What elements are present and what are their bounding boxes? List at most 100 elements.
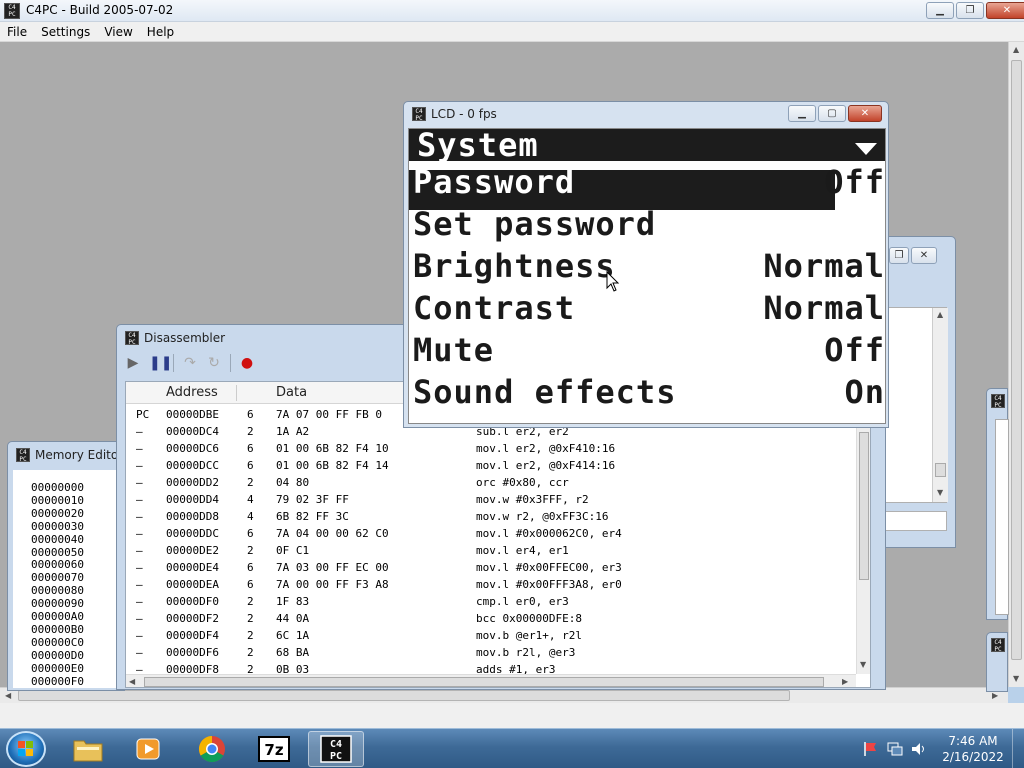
start-button[interactable] [6, 731, 46, 767]
taskbar: 7z C4 PC 7:46 AM 2/16/2022 [0, 728, 1024, 768]
bg-window-input[interactable] [881, 511, 947, 531]
menu-help[interactable]: Help [140, 25, 181, 39]
taskbar-media-player[interactable] [120, 731, 176, 767]
taskbar-clock[interactable]: 7:46 AM 2/16/2022 [938, 733, 1008, 765]
close-button[interactable]: ✕ [986, 2, 1024, 19]
scroll-up-icon[interactable]: ▲ [1013, 45, 1019, 54]
lcd-item-label: Set password [413, 205, 657, 243]
dropdown-arrow-icon[interactable] [855, 143, 877, 155]
scroll-up-icon[interactable]: ▲ [937, 310, 943, 319]
lcd-menu-header: System [409, 129, 885, 164]
restore-icon: ❐ [965, 5, 975, 16]
breakpoint-icon[interactable]: ● [239, 355, 255, 371]
minimize-button[interactable]: ▁ [926, 2, 954, 19]
lcd-menu-item[interactable]: Brightness Normal [409, 247, 885, 291]
action-center-flag-icon[interactable] [862, 740, 880, 758]
lcd-menu-item[interactable]: Set password [409, 205, 885, 249]
memory-editor-window[interactable]: C4 PC Memory Editor 00000000 00000010 00000… [7, 441, 125, 691]
volume-icon[interactable] [910, 740, 928, 758]
disassembly-row[interactable]: – 00000DD2 2 04 80 orc #0x80, ccr [126, 476, 856, 493]
scroll-down-icon[interactable]: ▼ [1013, 674, 1019, 683]
scroll-left-icon[interactable]: ◀ [129, 677, 135, 686]
disassembly-addr: 00000DD2 [166, 476, 219, 489]
disassembly-row[interactable]: – 00000DF0 2 1F 83 cmp.l er0, er3 [126, 595, 856, 612]
disassembly-row[interactable]: – 00000DD8 4 6B 82 FF 3C mov.w r2, @0xFF3C:1… [126, 510, 856, 527]
lcd-menu-item[interactable]: Sound effects On [409, 373, 885, 417]
c4pc-app-icon: C4 PC [4, 3, 20, 19]
disassembly-row[interactable]: – 00000DF2 2 44 0A bcc 0x00000DFE:8 [126, 612, 856, 629]
bg-restore-button[interactable]: ❐ [889, 247, 909, 264]
7zip-icon: 7z [258, 736, 290, 762]
restore-button[interactable]: ❐ [956, 2, 984, 19]
pause-icon[interactable]: ❚❚ [149, 355, 172, 371]
scroll-down-icon[interactable]: ▼ [937, 488, 943, 497]
disassembly-row[interactable]: – 00000DE2 2 0F C1 mov.l er4, er1 [126, 544, 856, 561]
bg-window-scroll-thumb[interactable] [935, 463, 946, 477]
scroll-right-icon[interactable]: ▶ [842, 677, 848, 686]
bg-close-button[interactable]: ✕ [911, 247, 937, 264]
scroll-left-icon[interactable]: ◀ [5, 691, 11, 700]
main-titlebar[interactable]: C4 PC C4PC - Build 2005-07-02 ▁ ❐ ✕ [0, 0, 1024, 22]
memory-address: 00000010 [31, 493, 84, 507]
bg-window-scrollbar[interactable]: ▲ ▼ [932, 308, 948, 502]
taskbar-file-explorer[interactable] [60, 731, 116, 767]
column-header-address[interactable]: Address [166, 385, 218, 400]
disassembly-row[interactable]: – 00000DD4 4 79 02 3F FF mov.w #0x3FFF, r2 [126, 493, 856, 510]
main-vertical-scroll-thumb[interactable] [1011, 60, 1022, 660]
run-icon[interactable]: ▶ [125, 355, 141, 371]
partial-window-right-1[interactable]: C4 PC [986, 388, 1009, 620]
disassembly-instr: mov.l er4, er1 [476, 544, 569, 557]
disassembly-len: 6 [247, 459, 254, 472]
taskbar-c4pc[interactable]: C4 PC [308, 731, 364, 767]
disassembly-len: 6 [247, 561, 254, 574]
disassembler-titlebar: C4 PC Disassembler [125, 329, 225, 347]
step-over-icon[interactable]: ↻ [206, 355, 222, 371]
menu-file[interactable]: File [0, 25, 34, 39]
folder-icon [73, 740, 103, 762]
disassembly-bytes: 1F 83 [276, 595, 310, 608]
menu-view[interactable]: View [97, 25, 139, 39]
taskbar-chrome[interactable] [184, 731, 240, 767]
lcd-menu-item[interactable]: Contrast Normal [409, 289, 885, 333]
disassembly-bytes: 7A 07 00 FF FB 0 [276, 408, 382, 421]
partial-window-right-2[interactable]: C4 PC [986, 632, 1008, 692]
disassembly-row[interactable]: – 00000DC6 6 01 00 6B 82 F4 10 mov.l er2, @0… [126, 442, 856, 459]
scroll-down-icon[interactable]: ▼ [860, 660, 866, 669]
disassembly-row[interactable]: – 00000DEA 6 7A 00 00 FF F3 A8 mov.l #0x00FF… [126, 578, 856, 595]
menu-settings[interactable]: Settings [34, 25, 97, 39]
svg-text:PC: PC [330, 751, 342, 762]
disassembly-horizontal-scrollbar[interactable]: ◀ ▶ [126, 674, 856, 687]
disassembly-instr: mov.l #0x00FFEC00, er3 [476, 561, 622, 574]
disassembly-row[interactable]: – 00000DDC 6 7A 04 00 00 62 C0 mov.l #0x0000… [126, 527, 856, 544]
column-divider[interactable] [236, 385, 237, 401]
lcd-maximize-button[interactable]: ▢ [818, 105, 846, 122]
disassembly-marker: – [136, 442, 143, 455]
taskbar-7zip[interactable]: 7z [246, 731, 302, 767]
disassembly-row[interactable]: – 00000DCC 6 01 00 6B 82 F4 14 mov.l er2, @0… [126, 459, 856, 476]
disassembly-vertical-scroll-thumb[interactable] [859, 432, 869, 580]
disassembly-row[interactable]: – 00000DF4 2 6C 1A mov.b @er1+, r2l [126, 629, 856, 646]
disassembly-addr: 00000DD8 [166, 510, 219, 523]
disassembly-horizontal-scroll-thumb[interactable] [144, 677, 824, 687]
scroll-right-icon[interactable]: ▶ [992, 691, 998, 700]
lcd-menu-item[interactable]: Password Off [409, 163, 885, 207]
lcd-window[interactable]: C4 PC LCD - 0 fps ▁ ▢ ✕ System Password Of… [403, 101, 889, 428]
network-icon[interactable] [886, 740, 904, 758]
lcd-screen[interactable]: System Password Off Set password Brightness… [408, 128, 886, 424]
disassembly-addr: 00000DF0 [166, 595, 219, 608]
main-vertical-scrollbar[interactable]: ▲ ▼ [1008, 42, 1024, 687]
disassembly-len: 2 [247, 646, 254, 659]
memory-hex-view[interactable]: 00000000 00000010 00000020 00000030 00000040… [13, 470, 125, 688]
disassembly-row[interactable]: – 00000DE4 6 7A 03 00 FF EC 00 mov.l #0x00FF… [126, 561, 856, 578]
disassembly-addr: 00000DBE [166, 408, 219, 421]
lcd-close-button[interactable]: ✕ [848, 105, 882, 122]
disassembly-row[interactable]: – 00000DF6 2 68 BA mov.b r2l, @er3 [126, 646, 856, 663]
step-into-icon[interactable]: ↷ [182, 355, 198, 371]
menubar: File Settings View Help [0, 22, 1024, 42]
lcd-minimize-button[interactable]: ▁ [788, 105, 816, 122]
svg-text:7z: 7z [264, 741, 283, 759]
main-horizontal-scroll-thumb[interactable] [18, 690, 790, 701]
column-header-data[interactable]: Data [276, 385, 307, 400]
show-desktop-button[interactable] [1012, 729, 1024, 768]
lcd-menu-item[interactable]: Mute Off [409, 331, 885, 375]
